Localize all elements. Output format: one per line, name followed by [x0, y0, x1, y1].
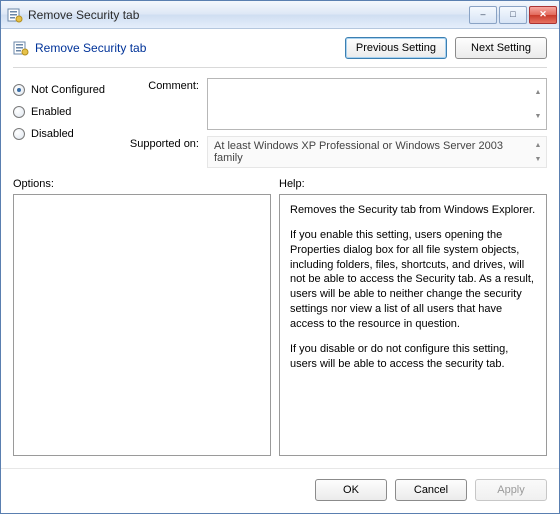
maximize-button[interactable]: □ — [499, 6, 527, 24]
upper-section: Not Configured Enabled Disabled Comment: — [1, 74, 559, 168]
spin-down-icon[interactable]: ▼ — [531, 152, 545, 166]
policy-icon — [13, 40, 29, 56]
supported-spinner: ▲ ▼ — [531, 138, 545, 166]
supported-label: Supported on: — [123, 136, 207, 150]
radio-label: Enabled — [31, 106, 71, 118]
comment-label: Comment: — [123, 78, 207, 92]
titlebar[interactable]: Remove Security tab – □ ✕ — [1, 1, 559, 29]
minimize-button[interactable]: – — [469, 6, 497, 24]
minimize-icon: – — [480, 10, 485, 19]
dialog-window: Remove Security tab – □ ✕ Remove Securit… — [0, 0, 560, 514]
next-setting-button[interactable]: Next Setting — [455, 37, 547, 59]
apply-button[interactable]: Apply — [475, 479, 547, 501]
policy-title: Remove Security tab — [35, 41, 345, 55]
header-row: Remove Security tab Previous Setting Nex… — [1, 29, 559, 65]
radio-icon — [13, 84, 25, 96]
supported-value: At least Windows XP Professional or Wind… — [214, 140, 503, 164]
client-area: Remove Security tab Previous Setting Nex… — [1, 29, 559, 513]
help-paragraph: If you disable or do not configure this … — [290, 342, 536, 372]
spin-down-icon[interactable]: ▼ — [531, 104, 545, 128]
spin-up-icon[interactable]: ▲ — [531, 80, 545, 104]
nav-buttons: Previous Setting Next Setting — [345, 37, 547, 59]
radio-label: Disabled — [31, 128, 74, 140]
footer-buttons: OK Cancel Apply — [1, 468, 559, 513]
help-paragraph: Removes the Security tab from Windows Ex… — [290, 203, 536, 218]
spin-up-icon[interactable]: ▲ — [531, 138, 545, 152]
window-controls: – □ ✕ — [469, 6, 557, 24]
state-column: Not Configured Enabled Disabled — [13, 78, 123, 168]
help-label: Help: — [279, 178, 305, 190]
ok-button[interactable]: OK — [315, 479, 387, 501]
divider — [13, 67, 547, 68]
help-paragraph: If you enable this setting, users openin… — [290, 228, 536, 332]
radio-icon — [13, 106, 25, 118]
panes-row: Removes the Security tab from Windows Ex… — [1, 194, 559, 456]
window-title: Remove Security tab — [28, 8, 469, 22]
form-column: Comment: ▲ ▼ Supported on: At least Wind… — [123, 78, 547, 168]
radio-not-configured[interactable]: Not Configured — [13, 84, 123, 96]
radio-enabled[interactable]: Enabled — [13, 106, 123, 118]
options-pane — [13, 194, 271, 456]
help-pane[interactable]: Removes the Security tab from Windows Ex… — [279, 194, 547, 456]
supported-row: Supported on: At least Windows XP Profes… — [123, 136, 547, 168]
comment-input[interactable]: ▲ ▼ — [207, 78, 547, 130]
comment-row: Comment: ▲ ▼ — [123, 78, 547, 130]
close-button[interactable]: ✕ — [529, 6, 557, 24]
previous-setting-button[interactable]: Previous Setting — [345, 37, 447, 59]
comment-spinner: ▲ ▼ — [531, 80, 545, 128]
close-icon: ✕ — [539, 10, 547, 19]
app-icon — [7, 7, 23, 23]
radio-label: Not Configured — [31, 84, 105, 96]
maximize-icon: □ — [510, 10, 515, 19]
radio-icon — [13, 128, 25, 140]
cancel-button[interactable]: Cancel — [395, 479, 467, 501]
radio-disabled[interactable]: Disabled — [13, 128, 123, 140]
pane-labels: Options: Help: — [1, 168, 559, 194]
comment-value — [208, 79, 546, 85]
supported-display: At least Windows XP Professional or Wind… — [207, 136, 547, 168]
options-label: Options: — [13, 178, 271, 190]
